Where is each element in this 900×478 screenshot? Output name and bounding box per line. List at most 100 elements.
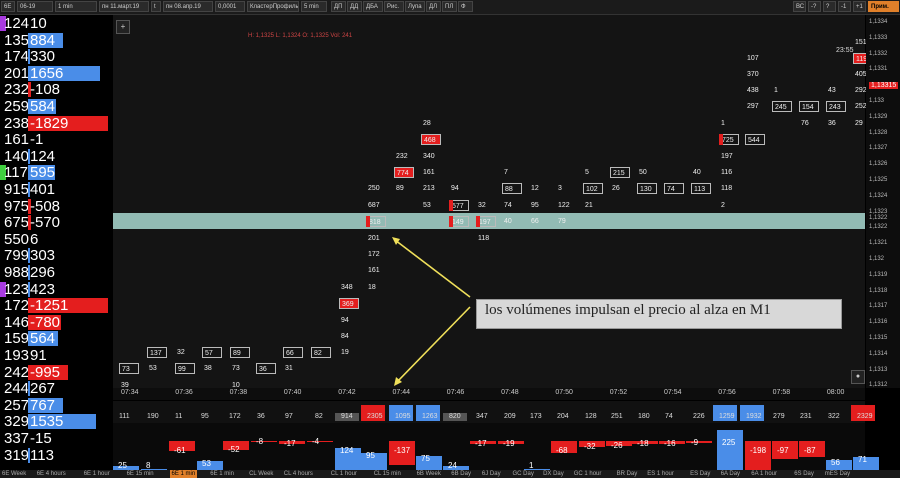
- toolbar-tool-5[interactable]: ДЛ: [426, 1, 441, 12]
- ladder-price: 975: [4, 197, 30, 215]
- instrument-tab[interactable]: 6E Week: [2, 470, 26, 478]
- delta-label: 8: [146, 461, 151, 470]
- ladder-row: 159 564: [0, 330, 112, 347]
- toolbar-nav-3[interactable]: -1: [838, 1, 851, 12]
- ladder-value: 423: [30, 280, 56, 298]
- price-tick: 1,1318: [869, 287, 888, 294]
- toolbar-control-6[interactable]: 0,0001: [215, 1, 245, 12]
- cluster-cell: 3: [558, 185, 562, 192]
- instrument-tab-active[interactable]: 6E 1 min: [169, 470, 198, 478]
- cluster-cell: 370: [747, 71, 759, 78]
- volume-label: 172: [229, 413, 241, 420]
- delta-label: 53: [202, 459, 211, 468]
- volume-label: 231: [800, 413, 812, 420]
- ladder-price: 135: [4, 31, 30, 49]
- ladder-row: 174 330: [0, 48, 112, 65]
- instrument-tab[interactable]: 6B Week: [417, 470, 441, 478]
- time-axis: 07:34 07:36 07:38 07:40 07:42 07:44 07:46 07:48…: [113, 388, 865, 400]
- price-tick: 1,1312: [869, 382, 888, 389]
- ladder-value: -995: [30, 363, 61, 381]
- cluster-cell: 94: [451, 185, 459, 192]
- instrument-tab[interactable]: 6A 1 hour: [751, 470, 777, 478]
- instrument-tab[interactable]: 6J Day: [482, 470, 501, 478]
- time-label: 07:46: [446, 389, 465, 396]
- ladder-row: 988 296: [0, 264, 112, 281]
- chart-settings-icon[interactable]: ●: [851, 370, 865, 384]
- annotation-box: los volúmenes impulsan el precio al alza…: [476, 299, 842, 329]
- price-tick: 1,1323: [869, 208, 888, 215]
- note-button[interactable]: Прим.: [868, 1, 899, 12]
- toolbar-tool-6[interactable]: ПЛ: [442, 1, 457, 12]
- delta-label: -68: [556, 446, 568, 455]
- delta-label: -4: [312, 437, 320, 446]
- cluster-cell: 36: [828, 120, 836, 127]
- ladder-value: 267: [30, 380, 56, 398]
- toolbar-tool-2[interactable]: ДБА: [363, 1, 383, 12]
- instrument-tab[interactable]: CL 15 min: [374, 470, 401, 478]
- volume-label: 1263: [422, 413, 438, 420]
- instrument-tab[interactable]: ES 1 hour: [647, 470, 674, 478]
- delta-label: 56: [831, 458, 840, 467]
- delta-label: 24: [448, 461, 457, 470]
- ladder-value: 124: [30, 147, 56, 165]
- toolbar-control-5[interactable]: пн 08.апр.19: [163, 1, 213, 12]
- toolbar-nav-4[interactable]: +1: [853, 1, 866, 12]
- toolbar-control-7[interactable]: КластерПрофиль: [247, 1, 299, 12]
- instrument-tab[interactable]: 6E 1 hour: [84, 470, 110, 478]
- cluster-cell: 215: [610, 167, 630, 178]
- instrument-tab[interactable]: mES Day: [825, 470, 850, 478]
- toolbar-control-1[interactable]: 06-19: [17, 1, 53, 12]
- instrument-tab[interactable]: ES Day: [690, 470, 710, 478]
- cluster-cell: 113: [691, 183, 711, 194]
- toolbar-tool-7[interactable]: Ф: [458, 1, 473, 12]
- volume-label: 251: [611, 413, 623, 420]
- cluster-chart[interactable]: H: 1,1325 L: 1,1324 O: 1,1325 Vol: 241 +…: [113, 15, 873, 389]
- ladder-value: 1656: [30, 64, 64, 82]
- toolbar-tool-3[interactable]: Рис.: [384, 1, 404, 12]
- toolbar-nav-0[interactable]: ВС: [793, 1, 806, 12]
- cluster-cell: 213: [423, 185, 435, 192]
- instrument-tab[interactable]: BR Day: [617, 470, 638, 478]
- ladder-row: 257 767: [0, 397, 112, 414]
- toolbar-control-3[interactable]: пн 11.март.19: [99, 1, 149, 12]
- ladder-price: 172: [4, 297, 30, 315]
- instrument-tab[interactable]: CL Week: [249, 470, 273, 478]
- instrument-tab[interactable]: 6E 4 hours: [37, 470, 66, 478]
- volume-label: 111: [119, 413, 130, 420]
- toolbar-control-8[interactable]: 5 min: [301, 1, 327, 12]
- instrument-tab[interactable]: GC Day: [513, 470, 534, 478]
- ladder-row: 232 -108: [0, 81, 112, 98]
- price-tick: 1,1317: [869, 303, 888, 310]
- instrument-tab[interactable]: 6A Day: [721, 470, 740, 478]
- instrument-tab[interactable]: 6E 15 min: [127, 470, 154, 478]
- ladder-row: 799 303: [0, 247, 112, 264]
- toolbar-tool-4[interactable]: Лупа: [405, 1, 425, 12]
- ladder-row: 319 113: [0, 447, 112, 464]
- instrument-tab[interactable]: 6S Day: [794, 470, 814, 478]
- cluster-cell: 2: [721, 202, 725, 209]
- volume-label: 2305: [367, 413, 383, 420]
- toolbar-tool-1[interactable]: ДД: [347, 1, 362, 12]
- toolbar-control-4[interactable]: t: [151, 1, 161, 12]
- ladder-price: 675: [4, 214, 30, 232]
- toolbar-nav-2[interactable]: ?: [823, 1, 836, 12]
- instrument-tab[interactable]: DX Day: [543, 470, 564, 478]
- instrument-tab[interactable]: 6B Day: [451, 470, 471, 478]
- ladder-row: 161 -1: [0, 131, 112, 148]
- ladder-price: 259: [4, 98, 30, 115]
- toolbar-control-2[interactable]: 1 min: [55, 1, 97, 12]
- volume-label: 209: [504, 413, 516, 420]
- cluster-cell: 107: [747, 55, 759, 62]
- ladder-price: 915: [4, 181, 30, 198]
- instrument-tab[interactable]: CL 1 hour: [331, 470, 357, 478]
- toolbar-control-0[interactable]: 6E: [1, 1, 15, 12]
- ladder-value: 6: [30, 230, 39, 248]
- instrument-tab[interactable]: GC 1 hour: [574, 470, 602, 478]
- toolbar-tool-0[interactable]: ДП: [331, 1, 346, 12]
- instrument-tab[interactable]: CL 4 hours: [284, 470, 313, 478]
- ladder-row: 915 401: [0, 181, 112, 198]
- delta-label: -137: [394, 446, 411, 455]
- ladder-row: 975 -508: [0, 198, 112, 215]
- toolbar-nav-1[interactable]: -?: [808, 1, 821, 12]
- instrument-tab[interactable]: 6E 1 min: [210, 470, 234, 478]
